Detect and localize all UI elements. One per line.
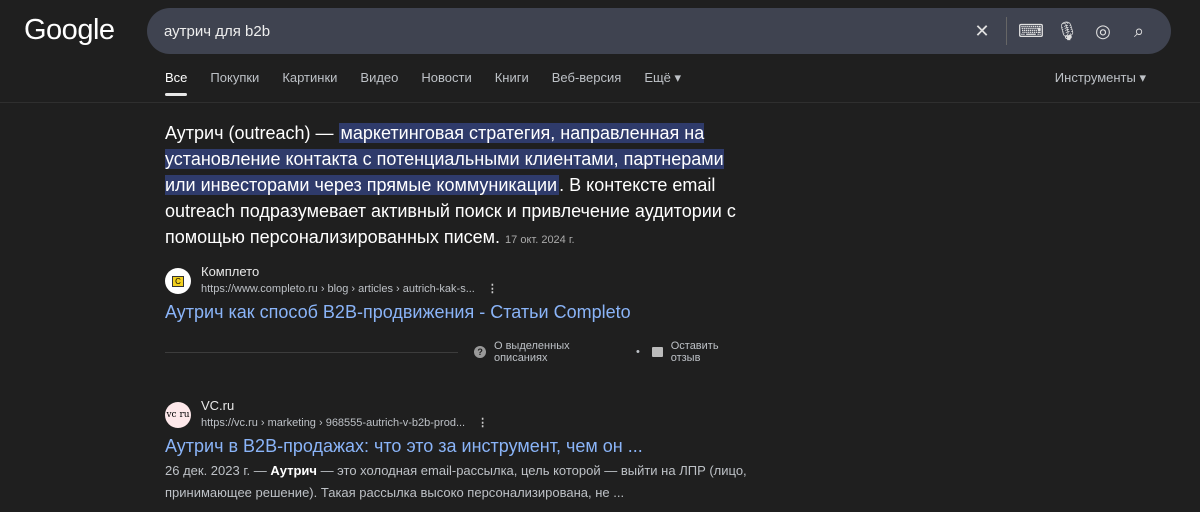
site-favicon: C (165, 268, 191, 294)
tab-shopping[interactable]: Покупки (210, 70, 259, 96)
help-icon: ? (474, 346, 486, 358)
tools-button[interactable]: Инструменты ▾ (1055, 70, 1146, 86)
feedback-row: ? О выделенных описаниях • Оставить отзы… (165, 340, 750, 364)
tab-images[interactable]: Картинки (282, 70, 337, 96)
snippet-text: Аутрич (outreach) — (165, 123, 339, 143)
site-name[interactable]: VC.ru (201, 398, 234, 413)
feedback-icon (651, 347, 663, 357)
search-tabs: Все Покупки Картинки Видео Новости Книги… (165, 70, 704, 96)
tab-all[interactable]: Все (165, 70, 188, 96)
microphone-icon[interactable]: 🎙 (1049, 13, 1085, 49)
tab-more[interactable]: Ещё ▾ (644, 70, 681, 96)
divider (165, 351, 459, 353)
featured-snippet: Аутрич (outreach) — маркетинговая страте… (165, 120, 755, 253)
camera-lens-icon[interactable]: ◎ (1085, 13, 1121, 49)
clear-icon[interactable]: ✕ (964, 13, 1000, 49)
keyboard-icon[interactable]: ⌨ (1013, 13, 1049, 49)
tab-web[interactable]: Веб-версия (552, 70, 622, 96)
search-bar[interactable]: аутрич для b2b ✕ ⌨ 🎙 ◎ ⌕ (147, 8, 1171, 54)
search-icon[interactable]: ⌕ (1121, 13, 1157, 49)
site-url[interactable]: https://vc.ru › marketing › 968555-autri… (201, 416, 488, 429)
result-title-link[interactable]: Аутрич в B2B-продажах: что это за инстру… (165, 436, 643, 457)
snippet-date: 17 окт. 2024 г. (505, 234, 575, 246)
google-logo[interactable]: Google (24, 14, 115, 47)
divider (1006, 17, 1007, 45)
site-favicon: vc ru (165, 402, 191, 428)
search-input[interactable]: аутрич для b2b (164, 23, 964, 40)
more-options-icon[interactable]: ⋮ (487, 283, 498, 295)
about-snippets-link[interactable]: О выделенных описаниях (494, 340, 624, 364)
tab-news[interactable]: Новости (421, 70, 471, 96)
leave-feedback-link[interactable]: Оставить отзыв (671, 340, 750, 364)
result-description: 26 дек. 2023 г. — Аутрич — это холодная … (165, 463, 747, 500)
tab-video[interactable]: Видео (360, 70, 398, 96)
site-name[interactable]: Комплето (201, 264, 259, 279)
separator: • (636, 346, 640, 358)
tab-books[interactable]: Книги (495, 70, 529, 96)
divider (0, 102, 1200, 103)
result-title-link[interactable]: Аутрич как способ B2B-продвижения - Стат… (165, 302, 631, 323)
site-url[interactable]: https://www.completo.ru › blog › article… (201, 282, 498, 295)
more-options-icon[interactable]: ⋮ (477, 417, 488, 429)
